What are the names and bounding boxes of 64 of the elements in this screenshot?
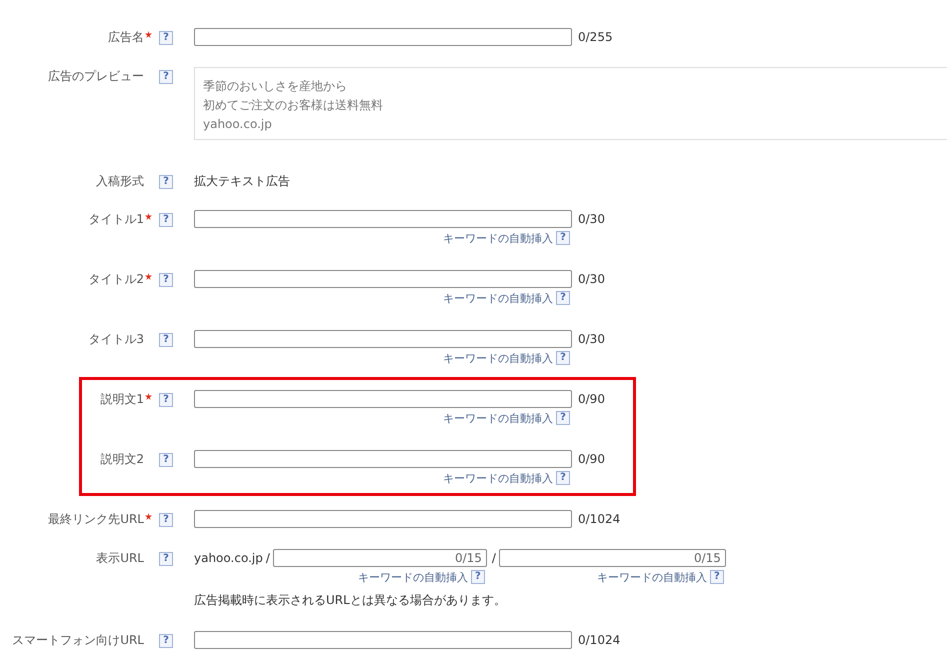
- field-label: スマートフォン向けURL: [12, 632, 144, 649]
- url-path-field[interactable]: 0/15: [498, 549, 726, 567]
- char-counter: 0/30: [578, 212, 605, 226]
- field-label: タイトル1: [88, 211, 144, 228]
- help-icon[interactable]: ?: [470, 570, 485, 584]
- text-input[interactable]: [194, 270, 572, 288]
- text-input[interactable]: [194, 28, 572, 46]
- help-icon[interactable]: ?: [159, 393, 173, 407]
- text-input[interactable]: [194, 510, 572, 528]
- char-counter: 0/30: [578, 332, 605, 346]
- help-icon[interactable]: ?: [556, 351, 570, 365]
- field-label: タイトル2: [88, 271, 144, 288]
- char-counter: 0/255: [578, 30, 613, 44]
- keyword-insert-link[interactable]: キーワードの自動挿入: [443, 470, 553, 486]
- field-label: 表示URL: [96, 550, 144, 567]
- help-icon[interactable]: ?: [159, 634, 173, 648]
- field-label: 広告のプレビュー: [48, 68, 144, 85]
- url-path-field[interactable]: 0/15: [272, 549, 487, 567]
- help-icon[interactable]: ?: [556, 411, 570, 425]
- preview-line: 季節のおいしさを産地から: [203, 78, 348, 95]
- separator: /: [492, 551, 496, 565]
- help-icon[interactable]: ?: [159, 453, 173, 467]
- keyword-insert-link[interactable]: キーワードの自動挿入: [443, 350, 553, 366]
- char-counter: 0/30: [578, 272, 605, 286]
- help-icon[interactable]: ?: [710, 570, 724, 584]
- preview-line: yahoo.co.jp: [203, 116, 273, 133]
- note-text: 広告掲載時に表示されるURLとは異なる場合があります。: [194, 592, 507, 609]
- text-input[interactable]: [194, 210, 572, 228]
- field-label: 説明文1: [100, 391, 144, 408]
- format-value: 拡大テキスト広告: [194, 173, 290, 190]
- text-input[interactable]: [194, 390, 572, 408]
- keyword-insert-link[interactable]: キーワードの自動挿入: [596, 570, 707, 584]
- help-icon[interactable]: ?: [159, 213, 173, 227]
- char-counter: 0/90: [578, 392, 605, 406]
- help-icon[interactable]: ?: [159, 552, 173, 566]
- help-icon[interactable]: ?: [556, 471, 570, 485]
- char-counter: 0/15: [454, 551, 482, 565]
- char-counter: 0/90: [578, 452, 605, 466]
- char-counter: 0/1024: [578, 633, 620, 647]
- help-icon[interactable]: ?: [159, 175, 173, 189]
- keyword-insert-link[interactable]: キーワードの自動挿入: [358, 570, 468, 584]
- keyword-insert-link[interactable]: キーワードの自動挿入: [443, 230, 553, 246]
- text-input[interactable]: [194, 330, 572, 348]
- field-label: 入稿形式: [96, 173, 144, 190]
- field-label: 最終リンク先URL: [48, 511, 144, 528]
- text-input[interactable]: [194, 631, 572, 649]
- char-counter: 0/15: [694, 551, 721, 565]
- help-icon[interactable]: ?: [556, 291, 570, 305]
- domain-text: yahoo.co.jp: [194, 550, 263, 567]
- field-label: 広告名: [108, 29, 144, 46]
- help-icon[interactable]: ?: [159, 333, 173, 347]
- separator: /: [266, 551, 270, 565]
- text-input[interactable]: [194, 450, 572, 468]
- keyword-insert-link[interactable]: キーワードの自動挿入: [443, 290, 553, 306]
- char-counter: 0/1024: [578, 512, 620, 526]
- preview-line: 初めてご注文のお客様は送料無料: [203, 97, 384, 114]
- help-icon[interactable]: ?: [556, 231, 570, 245]
- help-icon[interactable]: ?: [159, 273, 173, 287]
- keyword-insert-link[interactable]: キーワードの自動挿入: [443, 410, 553, 426]
- help-icon[interactable]: ?: [159, 31, 173, 45]
- help-icon[interactable]: ?: [159, 70, 173, 84]
- field-label: タイトル3: [88, 331, 144, 348]
- help-icon[interactable]: ?: [159, 513, 173, 527]
- field-label: 説明文2: [100, 451, 144, 468]
